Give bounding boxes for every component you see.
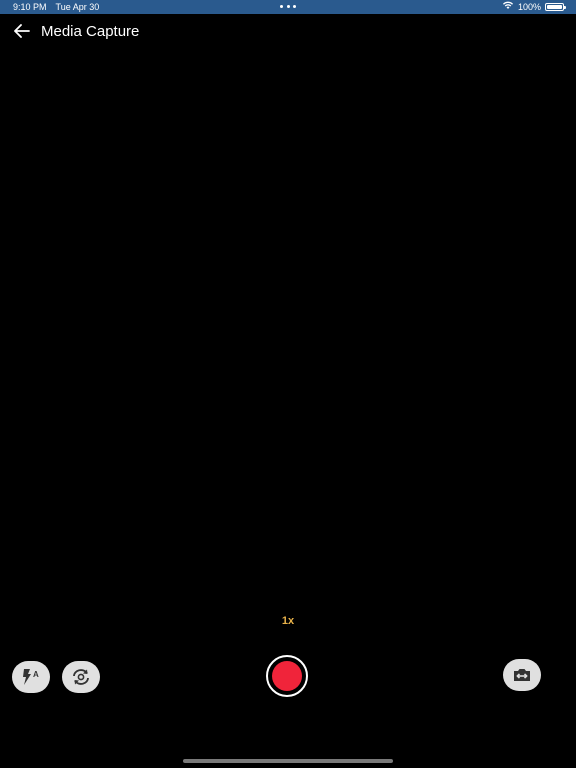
page-title: Media Capture [41, 23, 140, 40]
status-bar: 9:10 PM Tue Apr 30 100% [0, 0, 576, 14]
battery-percent: 100% [517, 2, 541, 12]
record-button[interactable] [266, 655, 308, 697]
status-time-date: 9:10 PM Tue Apr 30 [13, 0, 99, 14]
camera-viewfinder[interactable] [0, 50, 576, 610]
nav-header: Media Capture [0, 14, 576, 50]
wifi-icon [502, 0, 518, 14]
switch-camera-icon [70, 668, 92, 686]
camera-swap-icon [511, 666, 533, 684]
switch-camera-button[interactable] [62, 661, 100, 693]
zoom-level-button[interactable]: 1x [268, 614, 308, 628]
flash-auto-icon: A [20, 668, 42, 686]
media-capture-screen: 9:10 PM Tue Apr 30 100% Media Capture 1x… [0, 0, 576, 768]
back-arrow-icon [14, 23, 30, 43]
battery-icon [545, 3, 566, 11]
status-time: 9:10 PM [13, 2, 47, 12]
camera-mode-toggle-button[interactable] [503, 659, 541, 691]
status-date: Tue Apr 30 [55, 2, 100, 12]
flash-button[interactable]: A [12, 661, 50, 693]
record-icon [272, 661, 302, 691]
svg-text:A: A [33, 670, 39, 679]
home-indicator[interactable] [183, 759, 393, 763]
more-dots-icon[interactable] [280, 5, 296, 9]
status-indicators: 100% [502, 0, 566, 14]
back-button[interactable] [10, 22, 34, 44]
